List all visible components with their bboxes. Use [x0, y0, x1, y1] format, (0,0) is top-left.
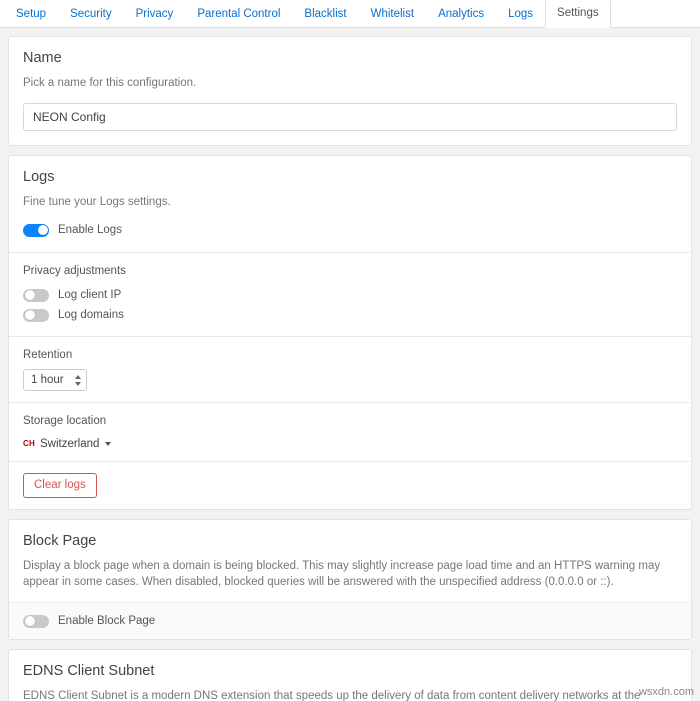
block-page-description: Display a block page when a domain is be…: [23, 558, 677, 590]
settings-page: Name Pick a name for this configuration.…: [0, 28, 700, 701]
configuration-name-input[interactable]: [23, 103, 677, 131]
retention-select[interactable]: 1 hour: [23, 369, 87, 391]
logs-section-title: Logs: [23, 168, 677, 186]
enable-block-page-label: Enable Block Page: [58, 614, 155, 628]
tab-blacklist[interactable]: Blacklist: [292, 0, 358, 28]
log-domains-toggle[interactable]: [23, 309, 49, 322]
block-page-card: Block Page Display a block page when a d…: [8, 519, 692, 640]
storage-location-value: Switzerland: [40, 438, 99, 450]
log-domains-row: Log domains: [23, 305, 677, 325]
tab-whitelist[interactable]: Whitelist: [359, 0, 426, 28]
tab-setup[interactable]: Setup: [4, 0, 58, 28]
clear-logs-button[interactable]: Clear logs: [23, 473, 97, 498]
tab-analytics[interactable]: Analytics: [426, 0, 496, 28]
log-client-ip-toggle[interactable]: [23, 289, 49, 302]
storage-location-dropdown[interactable]: CH Switzerland: [23, 438, 111, 450]
app-window: Setup Security Privacy Parental Control …: [0, 0, 700, 701]
watermark: wsxdn.com: [639, 686, 694, 698]
enable-logs-toggle[interactable]: [23, 224, 49, 237]
tab-privacy[interactable]: Privacy: [124, 0, 186, 28]
clear-logs-block: Clear logs: [9, 462, 691, 509]
log-client-ip-row: Log client IP: [23, 285, 677, 305]
tab-parental-control[interactable]: Parental Control: [185, 0, 292, 28]
chevron-down-icon: [105, 442, 111, 446]
enable-logs-label: Enable Logs: [58, 223, 122, 237]
log-domains-label: Log domains: [58, 308, 124, 322]
name-section-description: Pick a name for this configuration.: [23, 75, 677, 91]
logs-section-description: Fine tune your Logs settings.: [23, 194, 677, 210]
tab-bar: Setup Security Privacy Parental Control …: [0, 0, 700, 28]
tab-settings[interactable]: Settings: [545, 0, 611, 28]
retention-block: Retention 1 hour: [9, 337, 691, 402]
name-card: Name Pick a name for this configuration.: [8, 36, 692, 146]
edns-title: EDNS Client Subnet: [23, 662, 677, 680]
swiss-flag-icon: CH: [23, 439, 35, 449]
log-client-ip-label: Log client IP: [58, 288, 121, 302]
retention-heading: Retention: [23, 348, 677, 363]
logs-card: Logs Fine tune your Logs settings. Enabl…: [8, 155, 692, 510]
name-section-title: Name: [23, 49, 677, 67]
storage-location-heading: Storage location: [23, 414, 677, 429]
block-page-title: Block Page: [23, 532, 677, 550]
privacy-adjustments-heading: Privacy adjustments: [23, 264, 677, 279]
enable-block-page-toggle[interactable]: [23, 615, 49, 628]
edns-description: EDNS Client Subnet is a modern DNS exten…: [23, 688, 677, 701]
tab-logs[interactable]: Logs: [496, 0, 545, 28]
privacy-adjustments-block: Privacy adjustments Log client IP Log do…: [9, 253, 691, 336]
enable-logs-row: Enable Logs: [23, 220, 677, 240]
tab-security[interactable]: Security: [58, 0, 124, 28]
enable-block-page-row: Enable Block Page: [9, 602, 691, 639]
storage-location-block: Storage location CH Switzerland: [9, 403, 691, 461]
edns-client-subnet-card: EDNS Client Subnet EDNS Client Subnet is…: [8, 649, 692, 701]
